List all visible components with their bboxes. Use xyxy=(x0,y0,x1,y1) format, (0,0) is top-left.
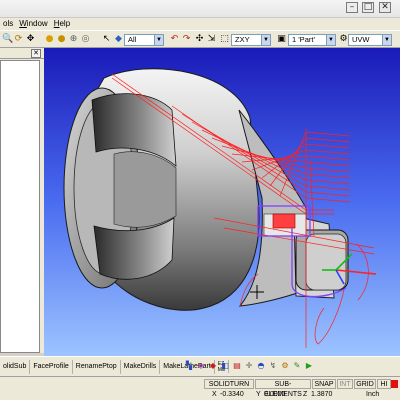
simulate-icon[interactable]: ✎ xyxy=(292,360,302,372)
grid-toggle[interactable]: GRID xyxy=(354,379,376,389)
stock-icon[interactable]: ▤ xyxy=(232,360,242,372)
left-panel-header: ✕ xyxy=(0,48,44,59)
y-coordinate: 0.0000 xyxy=(264,391,286,398)
view-icon[interactable]: ◎ xyxy=(80,34,91,45)
zoom-icon[interactable]: 🔍 xyxy=(2,34,13,45)
units-label: Inch xyxy=(366,391,380,398)
settings-icon[interactable]: ⚙ xyxy=(280,360,290,372)
left-panel: ✕ xyxy=(0,48,44,353)
x-coordinate: -0.3340 xyxy=(220,391,244,398)
graphics-viewport[interactable] xyxy=(44,48,400,356)
part-icon[interactable]: ▣ xyxy=(276,34,287,45)
mill-icon[interactable]: ▚ xyxy=(184,360,194,372)
snap-toggle[interactable]: SNAP xyxy=(312,379,336,389)
shade-icon[interactable]: ◓ xyxy=(256,360,266,372)
plane-select[interactable]: ZXY ▼ xyxy=(231,34,271,46)
hi-indicator xyxy=(391,380,398,388)
pocket-icon[interactable]: ◧ xyxy=(220,360,230,372)
close-icon[interactable]: ✕ xyxy=(31,49,41,58)
turn-icon[interactable]: ◈ xyxy=(196,360,206,372)
part-select[interactable]: 1 'Part' ▼ xyxy=(288,34,336,46)
hi-toggle[interactable]: HI xyxy=(377,379,391,389)
uvw-select[interactable]: UVW ▼ xyxy=(348,34,392,46)
chevron-down-icon: ▼ xyxy=(382,35,391,45)
chevron-down-icon: ▼ xyxy=(326,35,335,45)
main-toolbar: 🔍 ⟳ ✥ ● ● ⊕ ◎ ↖ ◆ All ▼ ↶ ↷ ✣ ⇲ ⬚ ZXY ▼ ▣ … xyxy=(0,30,400,48)
move-tool-icon[interactable]: ✛ xyxy=(244,360,254,372)
title-bar: – □ ✕ xyxy=(0,0,400,18)
mode-solidturn[interactable]: SOLIDTURN xyxy=(204,379,254,389)
solid-select-icon[interactable]: ◆ xyxy=(113,34,124,45)
menu-bar: ols Window Help xyxy=(0,18,400,30)
pan-icon[interactable]: ✥ xyxy=(25,34,36,45)
status-bar: SOLIDTURN SUB-ELEMENTS SNAP INT GRID HI … xyxy=(0,376,400,400)
undo-icon[interactable]: ↶ xyxy=(169,34,180,45)
chevron-down-icon: ▼ xyxy=(154,35,163,45)
z-coordinate: 1.3870 xyxy=(311,391,333,398)
move-icon[interactable]: ✣ xyxy=(194,34,205,45)
x-label: X xyxy=(212,391,217,398)
close-button[interactable]: ✕ xyxy=(379,2,391,13)
minimize-button[interactable]: – xyxy=(346,2,358,13)
bulb-dim-icon[interactable]: ● xyxy=(56,34,67,45)
orbit-icon[interactable]: ⊕ xyxy=(68,34,79,45)
chevron-down-icon: ▼ xyxy=(261,35,270,45)
rotate-icon[interactable]: ⟳ xyxy=(13,34,24,45)
app-window: – □ ✕ ols Window Help 🔍 ⟳ ✥ ● ● ⊕ ◎ ↖ ◆ … xyxy=(0,0,400,400)
redo-icon[interactable]: ↷ xyxy=(181,34,192,45)
maximize-button[interactable]: □ xyxy=(362,2,374,13)
makedrills-button[interactable]: MakeDrills xyxy=(121,359,161,374)
renameprop-button[interactable]: RenamePtop xyxy=(73,359,121,374)
play-icon[interactable]: ▶ xyxy=(304,360,314,372)
bulb-icon[interactable]: ● xyxy=(44,34,55,45)
y-label: Y xyxy=(256,391,261,398)
bottom-icon-group: ▚ ◈ ◆ ◧ ▤ ✛ ◓ ↯ ⚙ ✎ ▶ xyxy=(184,360,314,374)
solidsub-button[interactable]: olidSub xyxy=(0,359,31,374)
menu-tools[interactable]: ols xyxy=(0,18,16,30)
path-icon[interactable]: ↯ xyxy=(268,360,278,372)
menu-help[interactable]: Help xyxy=(51,18,73,30)
function-button-bar: olidSub FaceProfile RenamePtop MakeDrill… xyxy=(0,356,400,376)
transform-icon[interactable]: ⇲ xyxy=(206,34,217,45)
menu-window[interactable]: Window xyxy=(16,18,50,30)
drill-icon[interactable]: ◆ xyxy=(208,360,218,372)
faceprofile-button[interactable]: FaceProfile xyxy=(30,359,73,374)
plane-icon[interactable]: ⬚ xyxy=(219,34,230,45)
tree-list[interactable] xyxy=(0,60,40,353)
select-arrow-icon[interactable]: ↖ xyxy=(101,34,112,45)
int-toggle[interactable]: INT xyxy=(337,379,353,389)
filter-select[interactable]: All ▼ xyxy=(124,34,164,46)
z-label: Z xyxy=(303,391,308,398)
mode-subelements[interactable]: SUB-ELEMENTS xyxy=(255,379,311,398)
